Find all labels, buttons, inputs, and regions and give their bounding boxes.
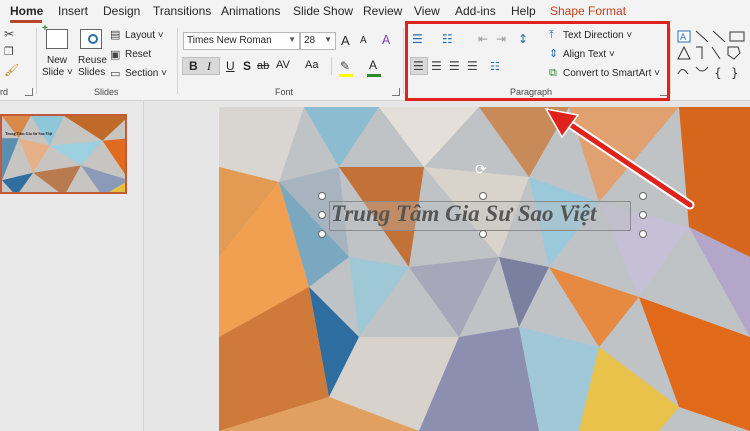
group-separator	[36, 28, 37, 94]
clear-formatting-icon[interactable]: A	[382, 34, 390, 46]
rectangle-shape-icon	[729, 31, 745, 42]
brace-right-shape-icon: }	[731, 66, 739, 80]
character-spacing-button[interactable]: AV	[276, 59, 290, 71]
plus-icon: +	[42, 23, 48, 34]
freeform-shape-icon	[727, 46, 741, 60]
grow-font-button[interactable]: A	[341, 33, 350, 48]
resize-handle[interactable]	[479, 192, 487, 200]
thumbnail-background	[2, 116, 125, 192]
resize-handle[interactable]	[318, 211, 326, 219]
reset-icon[interactable]: ▣	[110, 49, 120, 60]
slide-thumbnail[interactable]: Trung Tâm Gia Sư Sao Việt	[0, 114, 127, 194]
reuse-slides-icon[interactable]	[80, 29, 102, 49]
tab-view[interactable]: View	[414, 4, 440, 18]
highlight-color-bar	[339, 74, 353, 77]
copy-icon[interactable]: ❐	[4, 46, 14, 57]
thumbnail-title: Trung Tâm Gia Sư Sao Việt	[5, 131, 53, 136]
bold-italic-bg	[182, 57, 220, 75]
group-separator	[177, 28, 178, 94]
line-shape-icon	[695, 30, 709, 43]
brace-left-shape-icon: {	[714, 66, 722, 80]
group-separator	[403, 28, 404, 94]
resize-handle[interactable]	[318, 192, 326, 200]
shrink-font-button[interactable]: A	[360, 35, 367, 46]
font-launcher-icon[interactable]	[392, 88, 400, 96]
annotation-arrow	[544, 107, 695, 210]
reset-button[interactable]: Reset	[125, 49, 151, 60]
magnifier-icon	[88, 34, 98, 44]
tab-animations[interactable]: Animations	[221, 4, 280, 18]
text-shadow-button[interactable]: S	[243, 59, 251, 73]
slides-group-label: Slides	[94, 87, 119, 97]
resize-handle[interactable]	[318, 230, 326, 238]
section-button[interactable]: Section ˅	[125, 68, 167, 79]
new-slide-icon[interactable]: +	[42, 24, 68, 49]
tab-review[interactable]: Review	[363, 4, 402, 18]
divider	[331, 57, 332, 75]
line2-shape-icon	[711, 46, 721, 60]
tab-insert[interactable]: Insert	[58, 4, 88, 18]
highlighter-icon[interactable]: ✎	[340, 60, 350, 72]
tab-help[interactable]: Help	[511, 4, 536, 18]
font-size-combo[interactable]: 28 ▼	[300, 32, 336, 50]
new-slide-label-2[interactable]: Slide ˅	[42, 67, 73, 78]
layout-icon[interactable]: ▤	[110, 29, 120, 40]
resize-handle[interactable]	[639, 230, 647, 238]
bold-button[interactable]: B	[189, 59, 198, 73]
font-group-label: Font	[275, 87, 294, 97]
curve-shape-icon	[677, 69, 689, 75]
slide-thumbnails-panel: Trung Tâm Gia Sư Sao Việt	[0, 101, 144, 431]
font-name-value: Times New Roman	[187, 35, 272, 46]
rotate-handle-icon[interactable]: ⟳	[475, 162, 487, 178]
connector-shape-icon	[696, 46, 703, 59]
tab-shape-format[interactable]: Shape Format	[550, 4, 626, 18]
reuse-slides-label-1[interactable]: Reuse	[78, 55, 107, 66]
cut-icon[interactable]: ✂	[4, 28, 14, 40]
font-color-button[interactable]: A	[369, 58, 377, 72]
strikethrough-button[interactable]: ab	[257, 60, 269, 72]
tab-transitions[interactable]: Transitions	[153, 4, 211, 18]
clipboard-group-label: rd	[0, 87, 9, 97]
change-case-button[interactable]: Aa	[305, 59, 318, 71]
tab-add-ins[interactable]: Add-ins	[455, 4, 496, 18]
triangle-shape-icon	[677, 45, 691, 60]
new-slide-label-1[interactable]: New	[47, 55, 67, 66]
layout-button[interactable]: Layout ˅	[125, 30, 164, 41]
chevron-down-icon[interactable]: ▼	[324, 35, 332, 44]
tab-home[interactable]: Home	[10, 4, 43, 18]
arc-shape-icon	[695, 66, 709, 72]
tab-home-underline	[10, 20, 42, 23]
tab-slide-show[interactable]: Slide Show	[293, 4, 353, 18]
clipboard-launcher-icon[interactable]	[25, 88, 33, 96]
arrow-shape-icon	[712, 30, 726, 43]
italic-button[interactable]: I	[207, 59, 211, 74]
underline-button[interactable]: U	[226, 59, 235, 73]
svg-text:A: A	[680, 33, 687, 43]
tab-design[interactable]: Design	[103, 4, 140, 18]
section-icon[interactable]: ▭	[110, 68, 120, 79]
shapes-gallery[interactable]: A { }	[676, 29, 750, 85]
resize-handle[interactable]	[479, 230, 487, 238]
paragraph-highlight-box	[405, 21, 670, 101]
font-size-value: 28	[304, 35, 316, 46]
font-name-combo[interactable]: Times New Roman ▼	[183, 32, 300, 50]
chevron-down-icon[interactable]: ▼	[288, 35, 296, 44]
reuse-slides-label-2[interactable]: Slides	[78, 67, 105, 78]
format-painter-icon[interactable]: 🖌	[4, 64, 19, 76]
font-color-bar	[367, 74, 381, 77]
group-separator	[670, 28, 671, 94]
